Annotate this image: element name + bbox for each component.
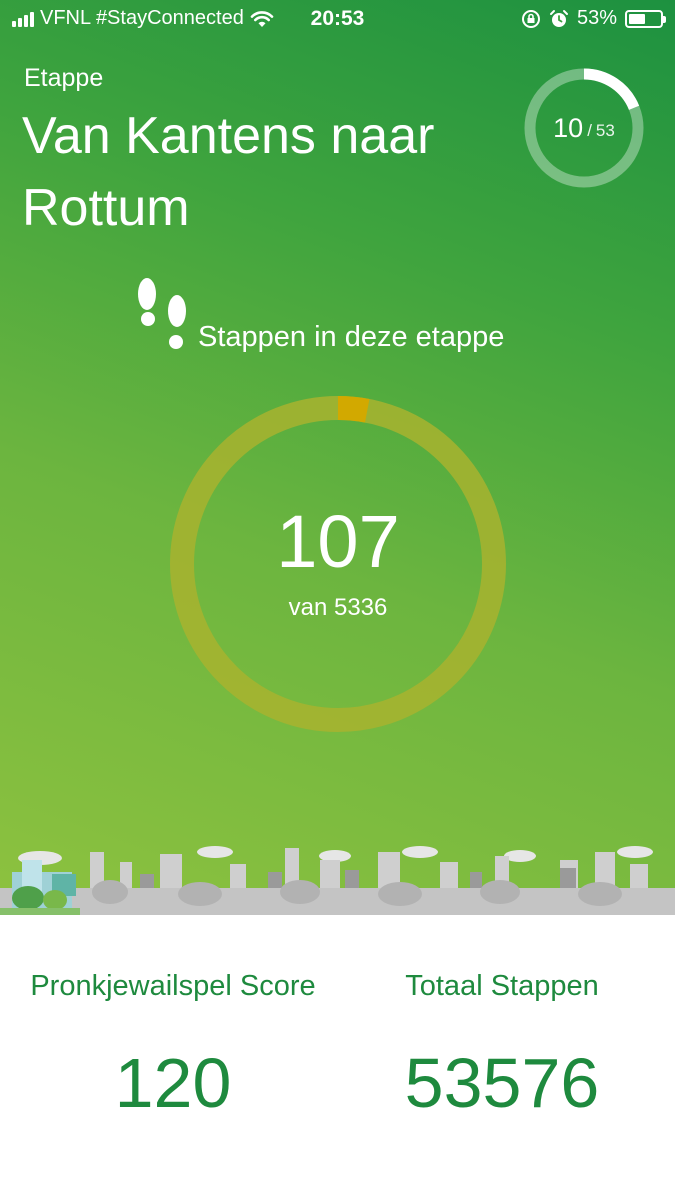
score-value: 120 [114,1044,232,1122]
stats-panel: Pronkjewailspel Score 120 Totaal Stappen… [0,915,675,1200]
battery-percent: 53% [576,7,617,29]
score-label: Pronkjewailspel Score [30,970,316,1002]
total-steps-stat: Totaal Stappen 53576 [342,963,662,1123]
alarm-icon [549,9,568,27]
stage-title: Van Kantens naar Rottum [22,107,435,237]
score-stat: Pronkjewailspel Score 120 [13,963,333,1123]
total-steps-label: Totaal Stappen [405,970,599,1002]
status-bar: VFNL #StayConnected 20:53 53% [0,0,675,38]
steps-progress-ring: 107 van 5336 [170,396,506,732]
footsteps-icon [138,278,186,349]
status-right: 53% [521,7,666,30]
steps-center: 107 van 5336 [170,396,506,732]
skyline-illustration [0,846,675,915]
hero-panel: VFNL #StayConnected 20:53 53% Etappe Van… [0,0,675,915]
steps-goal: van 5336 [288,594,388,621]
stage-progress-ring: 10 / 53 [522,66,646,190]
steps-value: 107 [276,500,400,583]
stage-total-sep: / [587,121,592,140]
rotation-lock-icon [521,9,540,28]
stage-total: 53 [595,121,615,140]
stage-current: 10 [553,112,584,143]
steps-label: Stappen in deze etappe [198,321,505,353]
total-steps-value: 53576 [404,1044,600,1122]
stage-counter: 10 / 53 [522,66,646,190]
battery-icon [625,9,666,28]
stage-label: Etappe [24,64,104,92]
battery-fill [629,13,645,24]
